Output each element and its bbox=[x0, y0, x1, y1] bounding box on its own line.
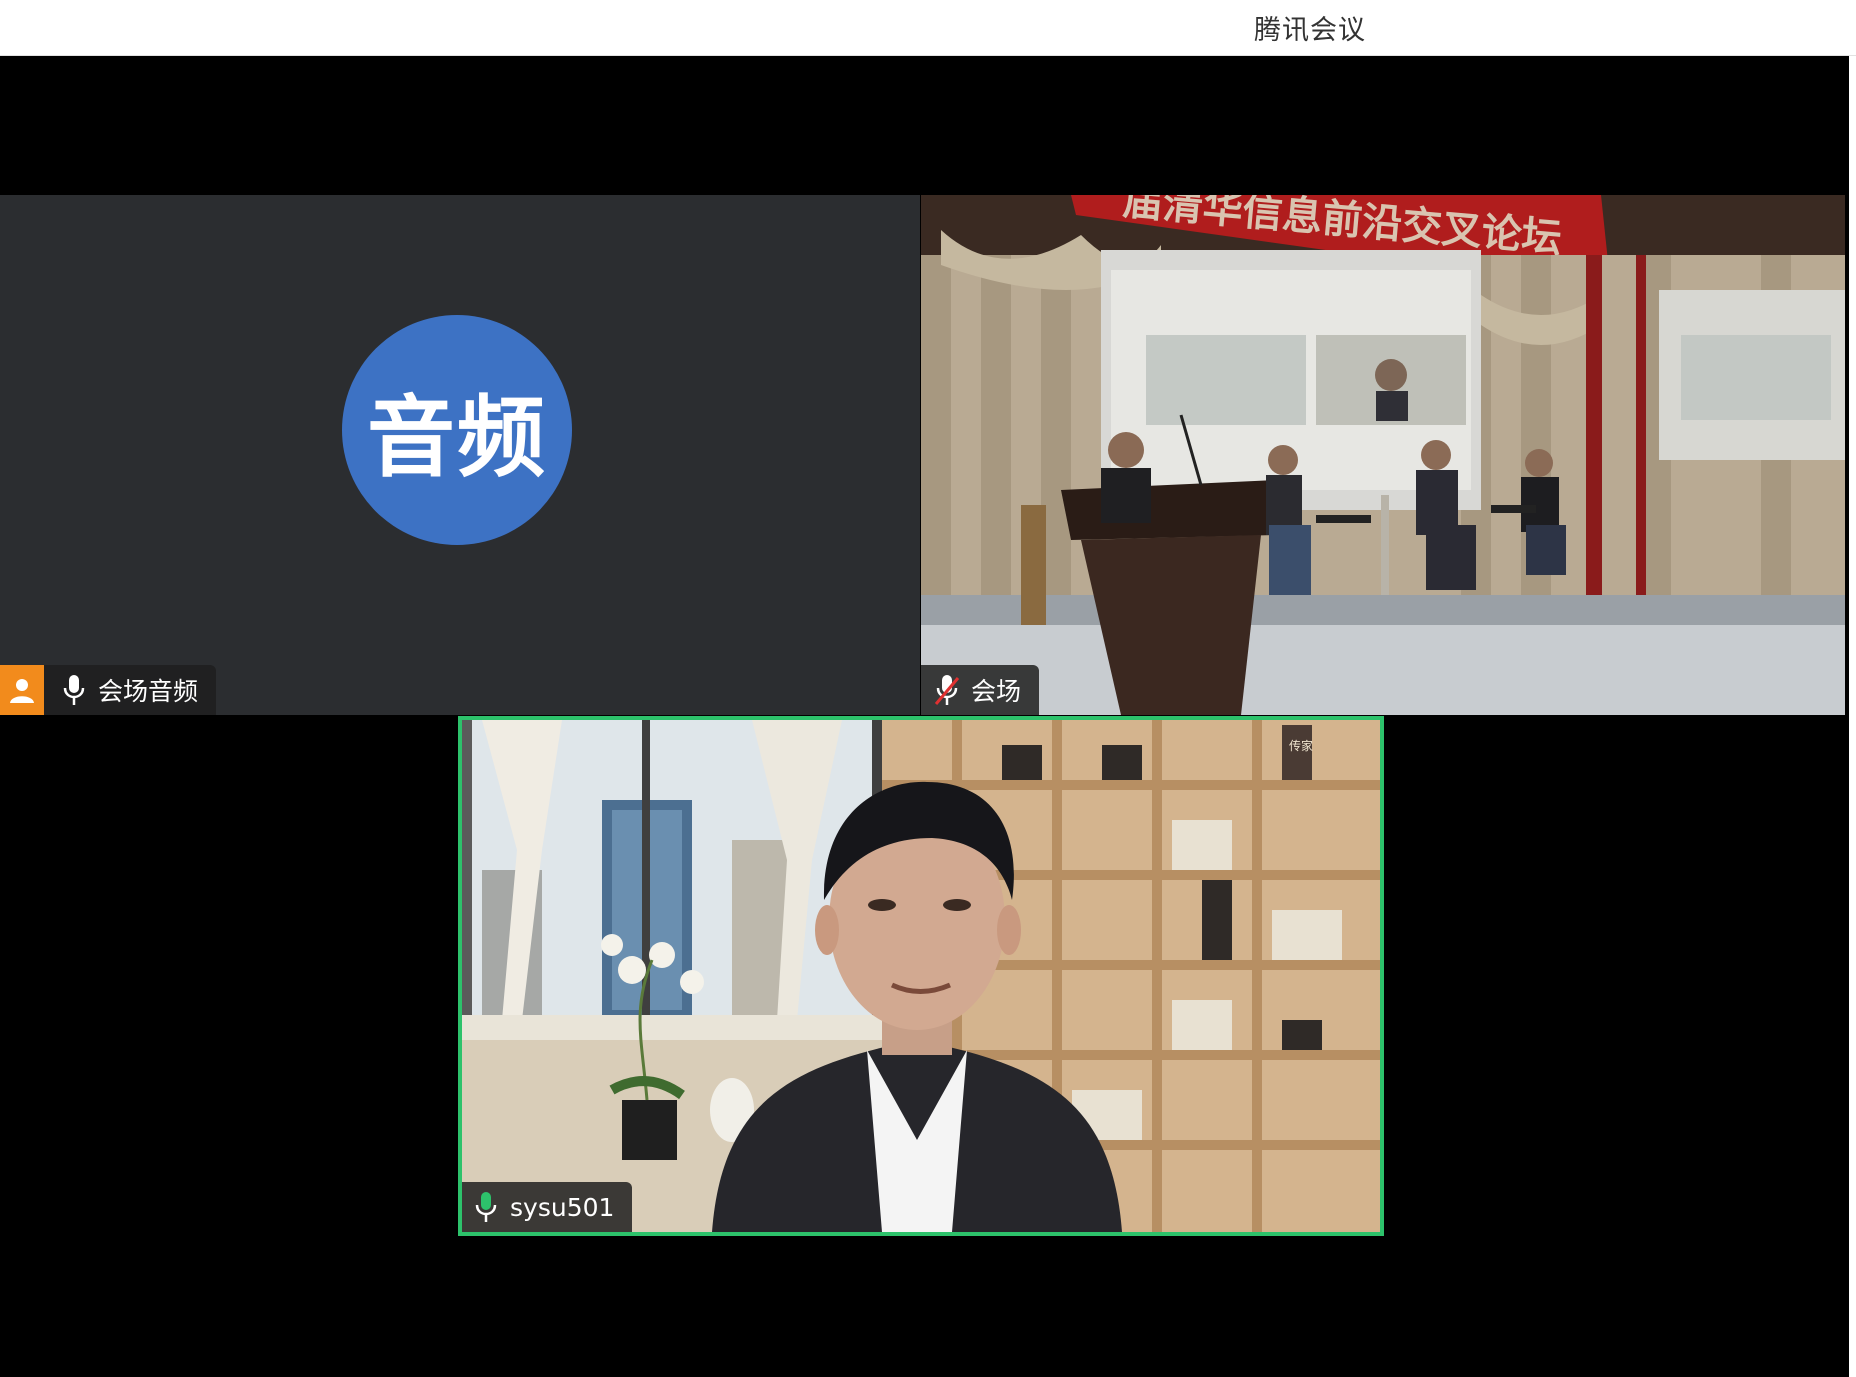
host-icon bbox=[0, 665, 44, 715]
participant-tile-active-speaker[interactable]: 传家 sysu501 bbox=[458, 716, 1384, 1236]
participant-name-tag: sysu501 bbox=[462, 1182, 633, 1232]
microphone-active-icon bbox=[468, 1187, 504, 1227]
microphone-icon bbox=[56, 670, 92, 710]
venue-video: 届清华信息前沿交叉论坛 bbox=[921, 195, 1845, 715]
avatar-text: 音频 bbox=[366, 385, 547, 489]
participant-name-tag: 会场 bbox=[921, 665, 1040, 715]
participant-name: 会场 bbox=[971, 677, 1022, 706]
microphone-muted-icon bbox=[929, 670, 965, 710]
title-bar: 腾讯会议 bbox=[0, 0, 1856, 56]
participant-tile-venue[interactable]: 届清华信息前沿交叉论坛 会场 bbox=[921, 195, 1845, 715]
window-title: 腾讯会议 bbox=[1254, 15, 1366, 46]
speaker-video: 传家 bbox=[462, 720, 1380, 1232]
participant-name: 会场音频 bbox=[98, 677, 199, 706]
participant-avatar: 音频 bbox=[342, 315, 572, 545]
participant-name-tag: 会场音频 bbox=[0, 665, 217, 715]
window-edge bbox=[1845, 56, 1856, 1377]
participant-tile-audio[interactable]: 音频 会场音频 bbox=[0, 195, 920, 715]
svg-text:传家: 传家 bbox=[1289, 738, 1313, 753]
participant-name: sysu501 bbox=[510, 1192, 615, 1222]
